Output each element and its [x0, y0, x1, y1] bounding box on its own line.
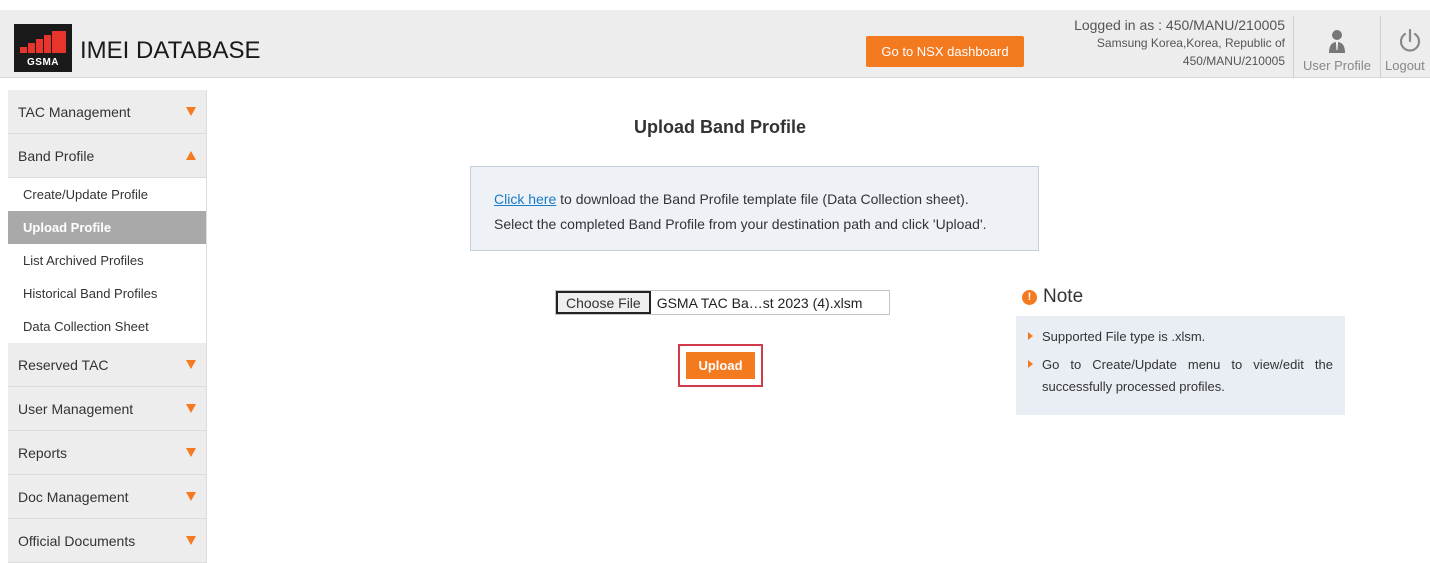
template-info-box: Click here to download the Band Profile … [470, 166, 1039, 251]
sidebar-item-doc-management[interactable]: Doc Management [8, 475, 207, 519]
login-company: Samsung Korea,Korea, Republic of [1096, 36, 1285, 50]
file-input[interactable]: Choose File GSMA TAC Ba…st 2023 (4).xlsm [555, 290, 890, 315]
submenu-data-collection-sheet[interactable]: Data Collection Sheet [8, 310, 207, 343]
sidebar-item-label: Official Documents [18, 532, 136, 549]
choose-file-button[interactable]: Choose File [556, 291, 651, 314]
sidebar-menu: TAC Management Band Profile Create/Updat… [8, 90, 207, 563]
login-info: Logged in as : 450/MANU/210005 Samsung K… [1074, 17, 1285, 68]
note-item: Go to Create/Update menu to view/edit th… [1028, 354, 1333, 398]
sidebar-item-label: Doc Management [18, 488, 129, 505]
header-divider [1293, 16, 1294, 78]
info-line-2: Select the completed Band Profile from y… [494, 216, 987, 232]
sidebar-item-tac-management[interactable]: TAC Management [8, 90, 207, 134]
caret-down-icon [186, 360, 196, 369]
logout-button[interactable]: Logout [1385, 24, 1430, 80]
user-profile-label: User Profile [1303, 58, 1371, 73]
nsx-dashboard-button[interactable]: Go to NSX dashboard [866, 36, 1024, 67]
upload-button[interactable]: Upload [686, 352, 755, 379]
download-template-link[interactable]: Click here [494, 191, 556, 207]
page-title: Upload Band Profile [633, 117, 806, 137]
caret-down-icon [186, 448, 196, 457]
power-icon [1399, 28, 1421, 52]
upload-highlight-box: Upload [678, 344, 763, 387]
sidebar-item-reports[interactable]: Reports [8, 431, 207, 475]
caret-up-icon [186, 151, 196, 160]
caret-down-icon [186, 107, 196, 116]
sidebar-item-band-profile[interactable]: Band Profile [8, 134, 207, 178]
submenu-upload-profile[interactable]: Upload Profile [8, 211, 207, 244]
selected-file-name: GSMA TAC Ba…st 2023 (4).xlsm [656, 294, 863, 311]
caret-down-icon [186, 404, 196, 413]
submenu-list-archived-profiles[interactable]: List Archived Profiles [8, 244, 207, 277]
caret-down-icon [186, 536, 196, 545]
info-line-1: Click here to download the Band Profile … [494, 187, 1038, 212]
submenu-create-update-profile[interactable]: Create/Update Profile [8, 178, 207, 211]
note-title: ! Note [1022, 286, 1083, 308]
bullet-arrow-icon [1028, 360, 1033, 368]
user-icon [1329, 30, 1345, 53]
app-header: GSMA IMEI DATABASE Go to NSX dashboard L… [0, 0, 1430, 78]
sidebar-item-reserved-tac[interactable]: Reserved TAC [8, 343, 207, 387]
user-profile-button[interactable]: User Profile [1297, 24, 1377, 80]
bullet-arrow-icon [1028, 332, 1033, 340]
note-item: Supported File type is .xlsm. [1028, 326, 1333, 348]
note-title-text: Note [1043, 286, 1084, 307]
header-divider [1380, 16, 1381, 78]
sidebar-item-label: Reports [18, 444, 68, 461]
info-line-1-text: to download the Band Profile template fi… [556, 191, 969, 207]
login-id: 450/MANU/210005 [1182, 54, 1285, 68]
sidebar-item-label: Band Profile [18, 147, 95, 164]
logo-text: GSMA [27, 57, 59, 68]
info-icon: ! [1022, 289, 1037, 305]
login-user: Logged in as : 450/MANU/210005 [1074, 17, 1285, 33]
note-item-text: Go to Create/Update menu to view/edit th… [1042, 357, 1333, 394]
note-item-text: Supported File type is .xlsm. [1042, 329, 1206, 344]
logout-label: Logout [1385, 58, 1425, 73]
note-box: Supported File type is .xlsm. Go to Crea… [1016, 316, 1345, 415]
sidebar-item-label: User Management [18, 400, 134, 417]
caret-down-icon [186, 492, 196, 501]
submenu-historical-band-profiles[interactable]: Historical Band Profiles [8, 277, 207, 310]
gsma-logo[interactable]: GSMA [14, 24, 72, 72]
sidebar-item-label: TAC Management [18, 103, 131, 120]
logo-bars-icon [20, 31, 66, 53]
sidebar-item-label: Reserved TAC [18, 356, 109, 373]
sidebar-item-user-management[interactable]: User Management [8, 387, 207, 431]
app-title: IMEI DATABASE [80, 37, 261, 64]
sidebar-item-official-documents[interactable]: Official Documents [8, 519, 207, 563]
